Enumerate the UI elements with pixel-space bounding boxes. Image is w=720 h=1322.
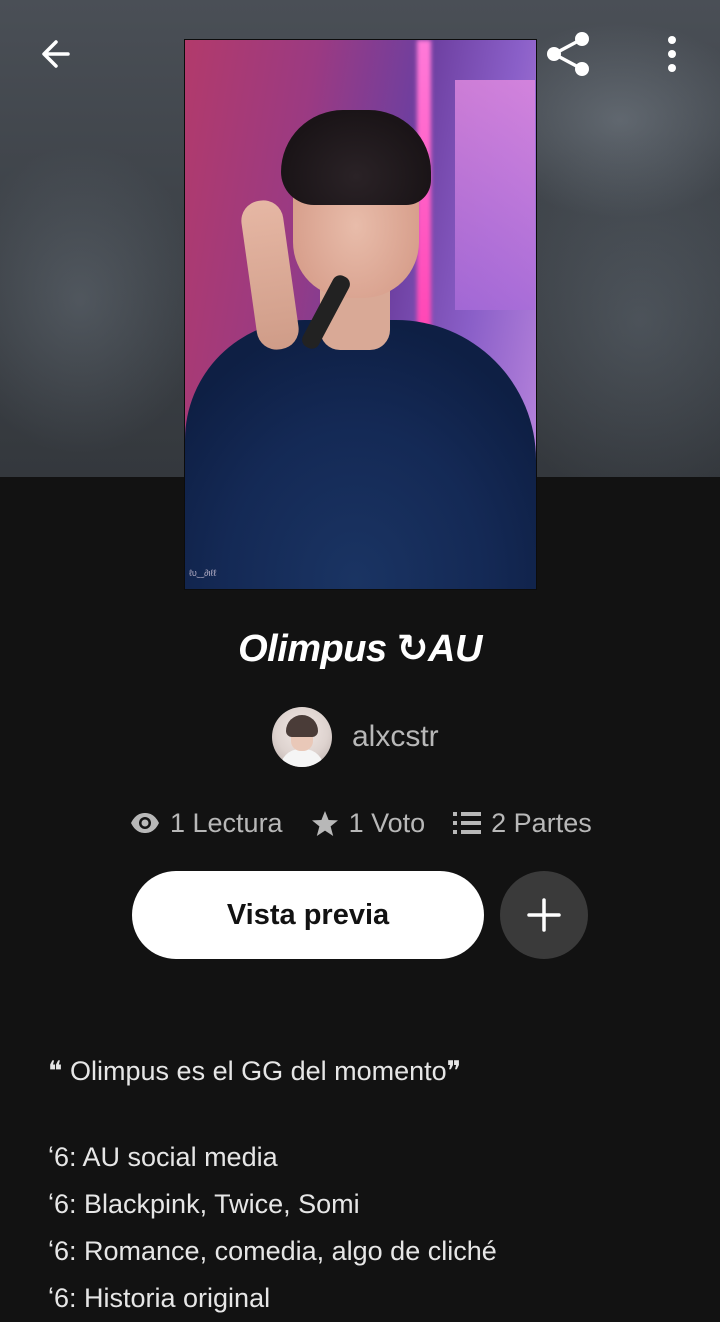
votes-count: 1 Voto <box>348 807 426 838</box>
cover-person-body <box>185 320 536 589</box>
cover-person-hair <box>281 110 431 205</box>
story-description: ❝ Olimpus es el GG del momento❞ ʻ6: AU s… <box>48 1048 688 1322</box>
author-link[interactable]: alxcstr <box>272 706 439 768</box>
description-item: ʻ6: Blackpink, Twice, Somi <box>48 1189 360 1219</box>
back-button[interactable] <box>28 26 84 82</box>
description-tagline: ❝ Olimpus es el GG del momento❞ <box>48 1056 462 1086</box>
cover-stage-light <box>417 40 431 370</box>
arrow-left-icon <box>42 40 70 68</box>
star-icon <box>311 810 338 836</box>
eye-icon <box>131 813 159 833</box>
story-title: Olimpus ↻AU <box>238 628 482 670</box>
more-vertical-icon <box>668 36 676 72</box>
preview-button[interactable]: Vista previa <box>132 871 484 959</box>
author-name[interactable]: alxcstr <box>352 720 439 754</box>
cover-person-hand <box>238 197 302 353</box>
reads-count: 1 Lectura <box>170 807 283 838</box>
description-item: ʻ6: Romance, comedia, algo de cliché <box>48 1236 497 1266</box>
plus-icon <box>527 898 561 932</box>
list-icon <box>453 812 482 834</box>
author-avatar[interactable] <box>272 707 332 767</box>
more-options-button[interactable] <box>644 26 700 82</box>
share-button[interactable] <box>540 26 596 82</box>
votes-stat: 1 Voto <box>311 807 426 839</box>
share-icon <box>547 32 589 76</box>
description-item: ʻ6: AU social media <box>48 1142 278 1172</box>
parts-count: 2 Partes <box>491 807 592 838</box>
description-item: ʻ6: Historia original <box>48 1283 271 1313</box>
story-stats: 1 Lectura 1 Voto 2 Partes <box>130 803 592 843</box>
story-cover-image: ℓυ‿∂ιℓℓ <box>184 39 537 590</box>
avatar-hair <box>286 715 318 737</box>
cover-watermark: ℓυ‿∂ιℓℓ <box>189 568 217 578</box>
cover-stage-panel <box>455 80 535 310</box>
add-to-library-button[interactable] <box>500 871 588 959</box>
reads-stat: 1 Lectura <box>130 808 283 839</box>
parts-stat: 2 Partes <box>453 808 592 839</box>
avatar-body <box>280 749 324 767</box>
